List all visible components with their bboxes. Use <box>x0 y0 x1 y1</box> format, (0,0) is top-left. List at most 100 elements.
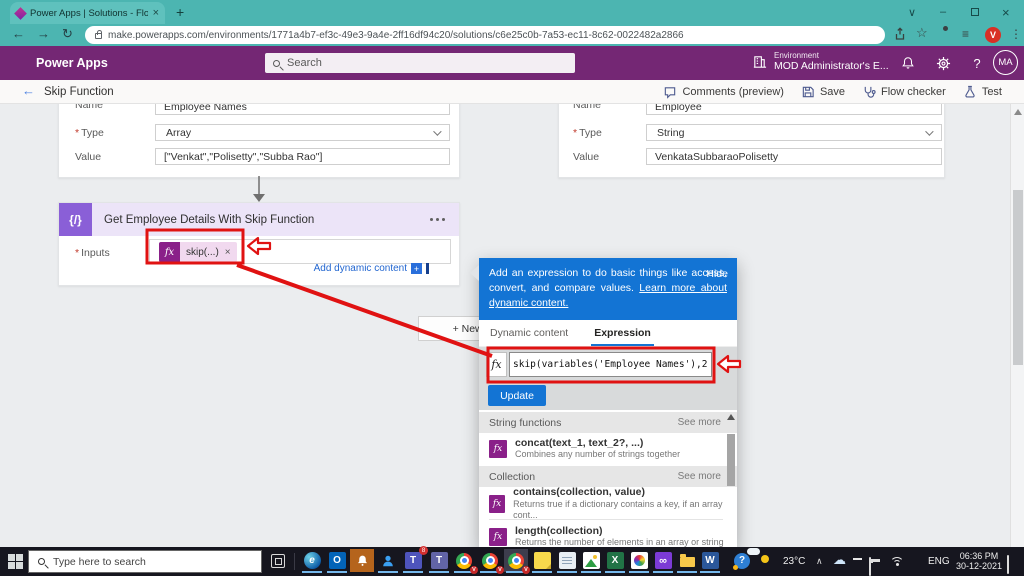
power-apps-header: Power Apps Search Environment MOD Admini… <box>0 46 1024 80</box>
help-icon[interactable]: ? <box>968 54 986 72</box>
canvas-scrollbar[interactable] <box>1010 104 1024 547</box>
tab-close-icon[interactable]: × <box>153 7 159 19</box>
save-icon <box>801 85 815 99</box>
name-input[interactable] <box>646 104 942 115</box>
taskbar-visual-studio-icon[interactable]: ∞ <box>651 549 675 572</box>
function-list: String functions See more fx concat(text… <box>479 410 737 547</box>
new-tab-icon[interactable]: + <box>176 4 184 20</box>
clock[interactable]: 06:36 PM 30-12-2021 <box>955 551 1003 571</box>
hide-button[interactable]: Hide <box>706 267 728 282</box>
variable-card-employee-names: Name *Type Array Value <box>58 104 460 178</box>
window-maximize-icon[interactable] <box>971 0 979 24</box>
action-card-skip-function[interactable]: {/} Get Employee Details With Skip Funct… <box>58 202 460 286</box>
battery-icon[interactable] <box>869 558 871 576</box>
value-input[interactable] <box>646 148 942 165</box>
taskbar-excel-icon[interactable]: X <box>603 549 627 572</box>
variable-card-employee: Name *Type String Value <box>558 104 945 178</box>
notifications-bell-icon[interactable] <box>899 54 917 72</box>
flow-designer-canvas: Name *Type Array Value Name *Type String… <box>0 104 1024 547</box>
taskbar-photos-icon[interactable] <box>579 549 603 572</box>
taskbar-chrome-icon[interactable]: V <box>478 549 502 572</box>
comments-button[interactable]: Comments (preview) <box>663 85 783 99</box>
test-button[interactable]: Test <box>963 85 1002 99</box>
temperature-text[interactable]: 23°C <box>783 556 805 567</box>
forward-icon[interactable]: → <box>37 26 50 41</box>
function-item-contains[interactable]: fx contains(collection, value)Returns tr… <box>479 488 725 519</box>
browser-profile-avatar[interactable]: V <box>985 27 1001 43</box>
window-close-icon[interactable]: × <box>1002 0 1010 24</box>
window-dropdown-icon[interactable]: ∨ <box>908 0 916 24</box>
tab-expression[interactable]: Expression <box>594 327 651 339</box>
browser-menu-icon[interactable]: ⋮ <box>1010 27 1022 41</box>
flyout-tabs: Dynamic content Expression <box>479 320 737 347</box>
taskbar-notepad-icon[interactable] <box>555 549 579 572</box>
update-button[interactable]: Update <box>488 385 546 406</box>
chevron-down-icon <box>925 127 933 135</box>
taskbar-search-box[interactable]: Type here to search <box>28 550 262 573</box>
back-button-icon[interactable]: ← <box>22 83 35 98</box>
taskbar-chrome-active-icon[interactable]: V <box>504 549 528 572</box>
remove-pill-icon[interactable]: × <box>225 247 231 258</box>
dynamic-content-plus-icon: + <box>411 263 422 274</box>
taskbar-sticky-notes-icon[interactable] <box>530 549 554 572</box>
date-text: 30-12-2021 <box>955 561 1003 571</box>
scroll-up-icon[interactable] <box>727 414 735 420</box>
name-input[interactable] <box>155 104 450 115</box>
expression-pill[interactable]: fx skip(...) × <box>159 242 237 262</box>
back-icon[interactable]: ← <box>12 26 25 41</box>
expression-input[interactable] <box>509 352 712 377</box>
see-more-link[interactable]: See more <box>678 417 721 428</box>
browser-tab[interactable]: Power Apps | Solutions - Flows × <box>10 2 165 24</box>
taskbar-word-icon[interactable]: W <box>698 549 722 572</box>
type-dropdown[interactable]: Array <box>155 124 450 141</box>
type-dropdown[interactable]: String <box>646 124 942 141</box>
account-avatar[interactable]: MA <box>993 50 1018 75</box>
onedrive-cloud-icon[interactable]: ☁ <box>833 552 846 568</box>
time-text: 06:36 PM <box>955 551 1003 561</box>
list-scrollbar[interactable] <box>727 422 735 542</box>
scroll-up-icon[interactable] <box>1014 109 1022 115</box>
save-button[interactable]: Save <box>801 85 845 99</box>
add-dynamic-content-link[interactable]: Add dynamic content + <box>314 263 429 274</box>
action-card-header[interactable]: {/} Get Employee Details With Skip Funct… <box>59 203 459 236</box>
tab-dynamic-content[interactable]: Dynamic content <box>490 327 568 339</box>
field-label-type: Type <box>579 127 602 139</box>
inputs-label: Inputs <box>81 247 110 259</box>
window-minimize-icon[interactable]: – <box>940 0 946 24</box>
language-indicator[interactable]: ENG <box>928 556 950 567</box>
waffle-icon[interactable] <box>10 56 24 70</box>
taskbar-folder-icon[interactable] <box>675 549 699 572</box>
reload-icon[interactable]: ↻ <box>62 26 73 42</box>
building-icon <box>752 54 767 69</box>
task-view-icon[interactable] <box>271 554 285 568</box>
taskbar-edge-icon[interactable]: e <box>300 549 324 572</box>
tray-chevron-up-icon[interactable]: ∧ <box>816 556 823 567</box>
see-more-link[interactable]: See more <box>678 471 721 482</box>
taskbar-notification-bell-icon[interactable] <box>350 549 374 572</box>
settings-gear-icon[interactable] <box>934 54 952 72</box>
field-label-value: Value <box>573 151 599 163</box>
screen: Power Apps | Solutions - Flows × + ∨ – ×… <box>0 0 1024 576</box>
taskbar-teams-icon[interactable]: T <box>427 549 451 572</box>
flow-checker-button[interactable]: Flow checker <box>862 85 946 99</box>
value-input[interactable] <box>155 148 450 165</box>
function-item-concat[interactable]: fx concat(text_1, text_2?, ...)Combines … <box>479 433 725 464</box>
taskbar-chrome-icon[interactable]: V <box>452 549 476 572</box>
flow-checker-icon <box>862 85 876 99</box>
environment-switcher[interactable]: Environment MOD Administrator's E... <box>752 51 889 72</box>
start-button-icon[interactable] <box>8 554 23 569</box>
taskbar-teams-icon[interactable]: T 8 <box>401 549 425 572</box>
more-menu-icon[interactable] <box>430 218 445 221</box>
share-icon[interactable] <box>893 27 907 44</box>
taskbar-paint3d-icon[interactable] <box>627 549 651 572</box>
taskbar-outlook-icon[interactable]: O <box>325 549 349 572</box>
app-search-box[interactable]: Search <box>265 53 575 73</box>
comment-icon <box>663 85 677 99</box>
action-center-icon[interactable] <box>1007 556 1009 574</box>
scrollbar-thumb[interactable] <box>1013 190 1023 365</box>
bookmark-star-icon[interactable]: ☆ <box>916 25 928 41</box>
taskbar-people-icon[interactable] <box>376 549 400 572</box>
extension-list-icon[interactable]: ≡ <box>962 27 969 41</box>
address-bar[interactable]: make.powerapps.com/environments/1771a4b7… <box>85 26 885 44</box>
function-item-length[interactable]: fx length(collection)Returns the number … <box>479 521 725 547</box>
